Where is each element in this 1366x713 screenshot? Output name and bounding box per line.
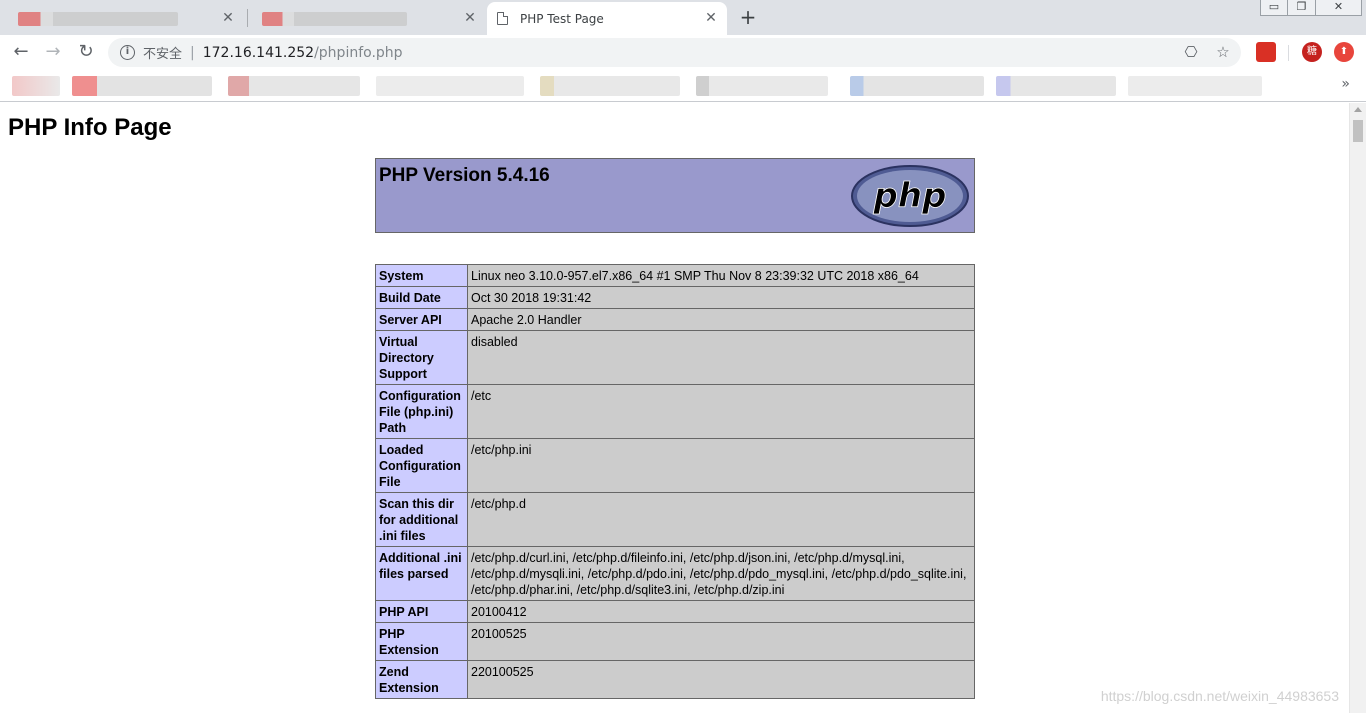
table-row: Build Date Oct 30 2018 19:31:42 [375,286,975,309]
watermark: https://blog.csdn.net/weixin_44983653 [1100,688,1339,704]
row-label: Server API [375,308,468,331]
row-value: Oct 30 2018 19:31:42 [467,286,975,309]
close-icon[interactable]: ✕ [462,10,478,26]
row-value: /etc/php.d/curl.ini, /etc/php.d/fileinfo… [467,546,975,601]
forward-arrow-icon[interactable]: → [40,39,66,65]
bookmark-item[interactable] [696,76,828,96]
browser-toolbar: ← → ↻ i 不安全 | 172.16.141.252/phpinfo.php… [0,35,1366,70]
blurred-tab-title [262,11,407,26]
table-row: PHP API 20100412 [375,600,975,623]
restore-icon[interactable]: ❐ [1288,0,1316,16]
table-row: Scan this dir for additional .ini files /… [375,492,975,547]
table-row: PHP Extension 20100525 [375,622,975,661]
security-indicator[interactable]: 不安全 [143,43,182,62]
url-host: 172.16.141.252 [202,44,315,61]
row-label: PHP API [375,600,468,623]
bookmark-item[interactable] [1128,76,1262,96]
tab-php-test-page[interactable]: PHP Test Page ✕ [487,2,727,35]
row-label: Loaded Configuration File [375,438,468,493]
table-row: Server API Apache 2.0 Handler [375,308,975,331]
tab-blurred-1[interactable]: ✕ [8,2,244,35]
row-value: /etc [467,384,975,439]
scroll-thumb[interactable] [1353,120,1363,142]
bookmark-item[interactable] [376,76,524,96]
close-icon[interactable]: ✕ [220,10,236,26]
bookmark-item[interactable] [12,76,60,96]
row-value: /etc/php.ini [467,438,975,493]
table-row: Zend Extension 220100525 [375,660,975,699]
table-row: Virtual Directory Support disabled [375,330,975,385]
table-row: Additional .ini files parsed/etc/php.d/c… [375,546,975,601]
bookmark-item[interactable] [996,76,1116,96]
php-version-heading: PHP Version 5.4.16 [379,165,550,186]
extension-red-square-icon[interactable] [1256,42,1276,62]
table-row: Loaded Configuration File/etc/php.ini [375,438,975,493]
toolbar-divider [1288,45,1289,61]
info-icon[interactable]: i [120,45,135,60]
row-label: Zend Extension [375,660,468,699]
table-row: System Linux neo 3.10.0-957.el7.x86_64 #1… [375,264,975,287]
blurred-tab-title [18,11,178,26]
page-icon [497,12,508,25]
bookmarks-bar: » [0,70,1366,102]
window-close-icon[interactable]: ✕ [1316,0,1362,16]
window-controls: ▭ ❐ ✕ [1260,0,1362,16]
address-bar-actions: ⎔ ☆ [1181,42,1233,62]
translate-icon[interactable]: ⎔ [1181,42,1201,62]
extension-red-circle-text-icon[interactable]: 糖 [1302,42,1322,62]
new-tab-button[interactable]: + [737,6,759,28]
row-label: Scan this dir for additional .ini files [375,492,468,547]
row-value: 20100525 [467,622,975,661]
row-value: Linux neo 3.10.0-957.el7.x86_64 #1 SMP T… [467,264,975,287]
php-logo-icon: php [851,165,969,227]
bookmark-star-icon[interactable]: ☆ [1213,42,1233,62]
tab-label: PHP Test Page [520,11,604,26]
row-label: Virtual Directory Support [375,330,468,385]
page-title: PHP Info Page [8,114,172,141]
row-label: PHP Extension [375,622,468,661]
address-bar[interactable]: i 不安全 | 172.16.141.252/phpinfo.php ⎔ ☆ [108,38,1241,67]
bookmark-item[interactable] [228,76,360,96]
url-path: /phpinfo.php [314,44,403,61]
row-label: Configuration File (php.ini) Path [375,384,468,439]
row-label: Additional .ini files parsed [375,546,468,601]
row-value: disabled [467,330,975,385]
minimize-icon[interactable]: ▭ [1260,0,1288,16]
row-label: Build Date [375,286,468,309]
bookmark-item[interactable] [850,76,984,96]
tab-strip: ✕ ✕ PHP Test Page ✕ + ▭ ❐ ✕ [0,0,1366,35]
row-value: 220100525 [467,660,975,699]
page-viewport: PHP Info Page PHP Version 5.4.16 php Sys… [0,103,1349,713]
table-row: Configuration File (php.ini) Path/etc [375,384,975,439]
tab-separator [247,9,248,27]
php-version-header: PHP Version 5.4.16 php [375,158,975,233]
bookmark-item[interactable] [540,76,680,96]
php-info-table: System Linux neo 3.10.0-957.el7.x86_64 #1… [375,264,975,699]
scroll-up-arrow-icon[interactable] [1354,107,1362,112]
row-value: 20100412 [467,600,975,623]
reload-icon[interactable]: ↻ [73,39,99,65]
bookmarks-overflow-icon[interactable]: » [1341,76,1350,92]
close-icon[interactable]: ✕ [703,10,719,26]
php-logo-text: php [873,176,947,216]
row-value: Apache 2.0 Handler [467,308,975,331]
row-label: System [375,264,468,287]
extension-red-circle-arrow-icon[interactable]: ⬆ [1334,42,1354,62]
url-divider: | [190,44,195,61]
row-value: /etc/php.d [467,492,975,547]
vertical-scrollbar[interactable] [1349,103,1366,713]
tab-blurred-2[interactable]: ✕ [252,2,486,35]
back-arrow-icon[interactable]: ← [8,39,34,65]
bookmark-item[interactable] [72,76,212,96]
